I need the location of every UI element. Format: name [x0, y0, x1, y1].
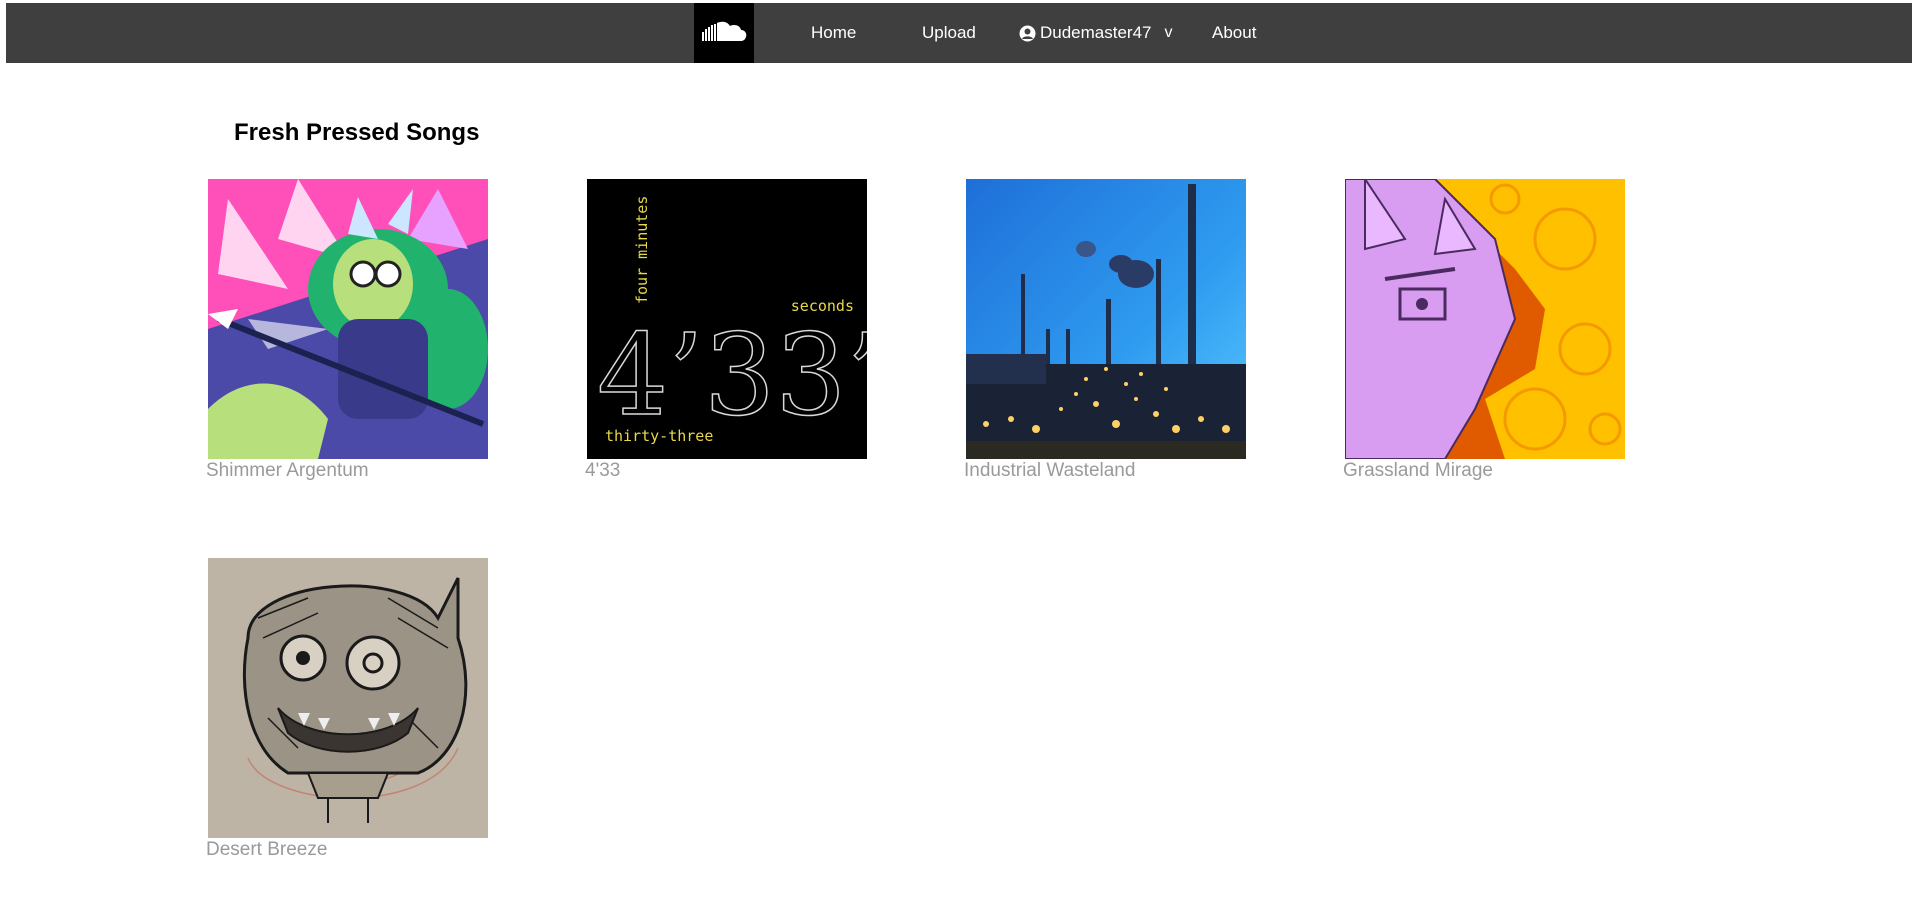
svg-text:four minutes: four minutes — [633, 196, 651, 304]
user-circle-icon — [1019, 25, 1036, 42]
soundcloud-cloud-icon — [700, 20, 748, 47]
album-art-image[interactable] — [208, 179, 488, 459]
album-art-image[interactable] — [966, 179, 1246, 459]
nav-upload-link[interactable]: Upload — [922, 3, 976, 63]
page-title: Fresh Pressed Songs — [234, 119, 480, 146]
svg-text:thirty-three: thirty-three — [605, 427, 713, 445]
chevron-down-icon: v — [1164, 24, 1173, 41]
top-navbar: Home Upload Dudemaster47 v About — [6, 3, 1912, 63]
album-art-image[interactable] — [1345, 179, 1625, 459]
song-title[interactable]: Grassland Mirage — [1343, 460, 1493, 482]
user-menu-dropdown[interactable]: Dudemaster47 v — [1019, 3, 1173, 63]
username-label: Dudemaster47 — [1040, 23, 1152, 42]
nav-home-link[interactable]: Home — [811, 3, 856, 63]
song-title[interactable]: 4'33 — [585, 460, 620, 482]
song-title[interactable]: Industrial Wasteland — [964, 460, 1135, 482]
album-art-image[interactable] — [208, 558, 488, 838]
song-title[interactable]: Desert Breeze — [206, 839, 327, 861]
song-title[interactable]: Shimmer Argentum — [206, 460, 369, 482]
album-art-image[interactable]: four minutes seconds 4’33” thirty-three — [587, 179, 867, 459]
home-logo-button[interactable] — [694, 3, 754, 63]
svg-text:4’33”: 4’33” — [597, 311, 867, 441]
nav-about-link[interactable]: About — [1212, 3, 1256, 63]
